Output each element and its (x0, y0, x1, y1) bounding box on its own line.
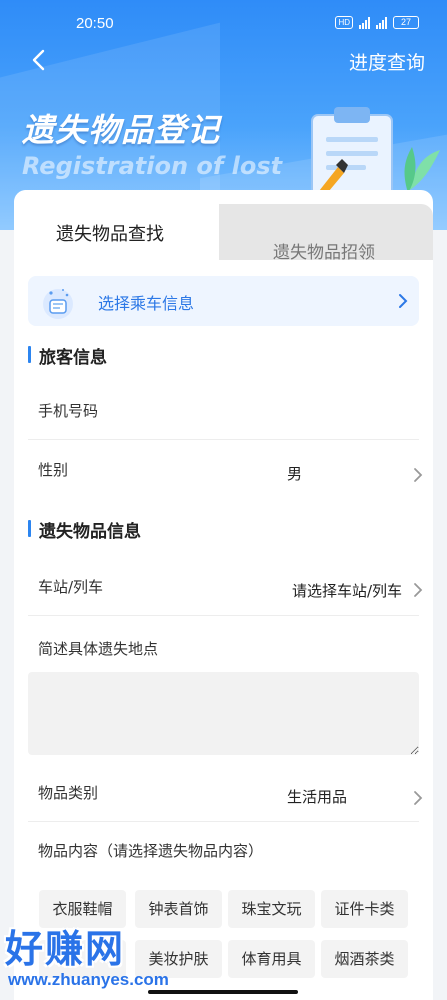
watermark-title: 好赚网 (5, 927, 126, 971)
progress-query-link[interactable]: 进度查询 (349, 48, 425, 75)
category-row[interactable]: 物品类别 生活用品 (14, 764, 433, 822)
category-label: 物品类别 (38, 784, 99, 802)
divider (28, 615, 419, 616)
form-card: 遗失物品招领 遗失物品查找 选择乘车信息 旅客信息 手机号码 性别 男 遗失物品… (14, 190, 433, 1000)
station-label: 车站/列车 (38, 578, 104, 596)
divider (28, 821, 419, 822)
station-row[interactable]: 车站/列车 请选择车站/列车 (14, 558, 433, 616)
signal-icon (376, 16, 387, 29)
hd-badge: HD (335, 16, 353, 29)
watermark-url: www.zhuanyes.com (8, 970, 169, 989)
location-label: 简述具体遗失地点 (38, 640, 159, 658)
divider (28, 439, 419, 440)
home-indicator[interactable] (148, 990, 298, 994)
tab-search[interactable]: 遗失物品查找 (14, 190, 219, 260)
location-textarea[interactable] (28, 672, 419, 755)
station-placeholder: 请选择车站/列车 (292, 582, 403, 600)
phone-label: 手机号码 (38, 402, 99, 420)
chevron-right-icon (414, 468, 423, 482)
tab-label: 遗失物品查找 (56, 224, 164, 245)
phone-row[interactable]: 手机号码 (14, 382, 433, 440)
passenger-section-title: 旅客信息 (28, 343, 107, 368)
item-section-title: 遗失物品信息 (28, 517, 141, 542)
status-time: 20:50 (76, 15, 114, 32)
select-train-info-button[interactable]: 选择乘车信息 (28, 276, 419, 326)
chip-tobacco-alcohol[interactable]: 烟酒茶类 (321, 940, 408, 978)
passenger-icon (43, 289, 73, 319)
gender-label: 性别 (38, 461, 69, 479)
tab-label: 遗失物品招领 (273, 243, 375, 263)
chip-sports[interactable]: 体育用具 (228, 940, 315, 978)
select-train-info-label: 选择乘车信息 (98, 294, 195, 313)
chevron-right-icon (414, 583, 423, 597)
status-bar: 20:50 HD 27 (0, 0, 447, 50)
tab-claim[interactable]: 遗失物品招领 (204, 204, 433, 263)
page-subtitle: Registration of lost (22, 152, 283, 180)
content-label: 物品内容（请选择遗失物品内容） (38, 842, 264, 860)
gender-row[interactable]: 性别 男 (14, 441, 433, 499)
status-icons: HD 27 (335, 16, 419, 29)
tab-bar: 遗失物品招领 遗失物品查找 (14, 190, 433, 263)
page-title: 遗失物品登记 (22, 111, 221, 149)
battery-icon: 27 (393, 16, 419, 29)
chip-documents[interactable]: 证件卡类 (321, 890, 408, 928)
back-button[interactable] (28, 48, 52, 72)
category-value: 生活用品 (287, 788, 348, 806)
watermark: 好赚网 www.zhuanyes.com (0, 910, 220, 1000)
chevron-right-icon (399, 294, 408, 308)
chip-jewelry[interactable]: 珠宝文玩 (228, 890, 315, 928)
signal-icon (359, 16, 370, 29)
gender-value: 男 (287, 465, 303, 483)
chevron-left-icon (32, 49, 45, 71)
chevron-right-icon (414, 791, 423, 805)
